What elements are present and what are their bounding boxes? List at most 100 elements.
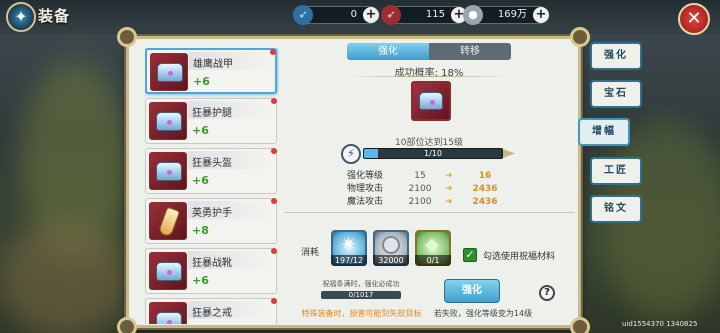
frame-ornament [117,317,137,333]
add-resource-button[interactable]: + [363,7,379,23]
equipment-list[interactable]: 雄鹰战甲 +6 狂暴护腿 +6 狂暴头盔 +6 英勇护手 +8 狂暴战靴 +6 … [145,48,279,324]
selected-item-icon [411,81,451,121]
help-icon[interactable]: ? [539,285,555,301]
blessing-value: 0/1017 [348,291,374,299]
resource-red-feather: ➶ 115 + [381,5,467,25]
stat-next: 2436 [472,197,498,207]
warning-text: 特殊装备时，损害可能到失败目标 [301,309,422,318]
item-level: +6 [192,174,209,187]
armor-chest-icon [150,53,188,91]
armor-chest-icon [149,102,187,140]
stat-row: 魔法攻击 2100 ➜ 2436 [347,196,517,209]
item-name: 狂暴护腿 [192,108,232,119]
feather-blue-icon: ➶ [293,5,313,25]
resource-value: 169万 [497,9,527,20]
progress-note: 10部位达到15级 [395,138,463,148]
stat-row: 强化等级 15 ➜ 16 [347,170,517,183]
arrow-right-icon: ➜ [445,197,453,207]
lightning-icon: ⚡ [341,144,361,164]
list-item[interactable]: 狂暴战靴 +6 [145,248,277,294]
divider [285,212,575,213]
side-tab-amplify[interactable]: 增幅 [578,118,630,146]
stat-current: 2100 [408,184,432,194]
blessing-checkbox[interactable]: ✓ [463,248,477,262]
stat-label: 物理攻击 [347,184,384,194]
stat-label: 魔法攻击 [347,197,384,207]
stat-next: 16 [478,171,492,181]
material-slot[interactable]: ◆ 0/1 [415,230,451,266]
add-resource-button[interactable]: + [533,7,549,23]
tab-enhance[interactable]: 强化 [347,43,429,60]
resource-blue-feather: ➶ 0 + [293,5,379,25]
material-count: 32000 [373,255,409,266]
silver-coin-icon: ● [463,5,483,25]
armor-chest-icon [419,92,443,110]
stat-current: 2100 [408,197,432,207]
item-name: 狂暴之戒 [192,308,232,319]
stat-current: 15 [414,171,426,181]
uid-label: uid1554370 1340825 [622,320,698,328]
background-blur [0,220,130,333]
side-tab-enhance[interactable]: 强化 [590,42,642,70]
side-tab-gem[interactable]: 宝石 [590,80,642,108]
material-slot[interactable]: ✷ 197/12 [331,230,367,266]
top-bar: ✦ 装备 ➶ 0 + ➶ 115 + ● 169万 + ✕ [0,0,720,35]
material-slot[interactable]: 32000 [373,230,409,266]
frame-ornament [570,27,590,47]
item-level: +6 [192,274,209,287]
enhance-panel: 雄鹰战甲 +6 狂暴护腿 +6 狂暴头盔 +6 英勇护手 +8 狂暴战靴 +6 … [117,27,590,333]
stat-row: 物理攻击 2100 ➜ 2436 [347,183,517,196]
arrow-tip-icon [503,149,515,158]
tab-transfer[interactable]: 转移 [429,43,511,60]
item-level: +6 [193,75,210,88]
resource-value: 115 [425,9,445,20]
blessing-title: 祝福条满时，强化必成功 [322,280,400,288]
list-item[interactable]: 狂暴护腿 +6 [145,98,277,144]
list-item[interactable]: 英勇护手 +8 [145,198,277,244]
stat-next: 2436 [472,184,498,194]
armor-chest-icon [149,302,187,324]
side-tab-craftsman[interactable]: 工匠 [590,157,642,185]
feather-red-icon: ➶ [381,5,401,25]
blessing-meter: 祝福条满时，强化必成功 0/1017 [313,279,409,305]
cost-label: 消耗 [301,248,320,258]
fail-note: 若失败，强化等级变为14级 [433,309,533,318]
item-name: 狂暴战靴 [192,258,232,269]
checkmark-icon: ✓ [465,248,475,261]
item-name: 英勇护手 [192,208,232,219]
resource-value: 0 [350,9,357,20]
red-dot-badge [271,298,277,304]
armor-chest-icon [149,252,187,290]
silver-coin-icon [382,236,400,254]
close-icon: ✕ [686,8,702,29]
material-count: 197/12 [331,255,367,266]
enhance-button[interactable]: 强化 [444,279,500,303]
frame-ornament [117,27,137,47]
side-tab-inscription[interactable]: 铭文 [590,195,642,223]
arrow-right-icon: ➜ [445,184,453,194]
progress-text: 1/10 [424,149,442,158]
item-level: +6 [192,124,209,137]
set-progress-bar: 1/10 [363,148,503,159]
list-item[interactable]: 狂暴之戒 [145,298,277,324]
checkbox-label: 勾选使用祝福材料 [483,252,556,262]
list-item[interactable]: 雄鹰战甲 +6 [145,48,277,94]
resource-silver: ● 169万 + [463,5,549,25]
armor-chest-icon [149,152,187,190]
red-dot-badge [271,148,277,154]
enhance-tabs: 强化 转移 [347,43,511,60]
material-count: 0/1 [415,255,451,266]
stat-label: 强化等级 [347,171,384,181]
stat-comparison: 强化等级 15 ➜ 16 物理攻击 2100 ➜ 2436 魔法攻击 2100 … [347,170,517,209]
bracer-icon [149,202,187,240]
list-item[interactable]: 狂暴头盔 +6 [145,148,277,194]
red-dot-badge [271,248,277,254]
compass-icon: ✦ [6,2,36,32]
item-name: 雄鹰战甲 [193,59,233,70]
red-dot-badge [270,49,276,55]
close-button[interactable]: ✕ [678,3,710,35]
divider [347,76,511,77]
frame-ornament [570,317,590,333]
arrow-right-icon: ➜ [445,171,453,181]
red-dot-badge [271,198,277,204]
